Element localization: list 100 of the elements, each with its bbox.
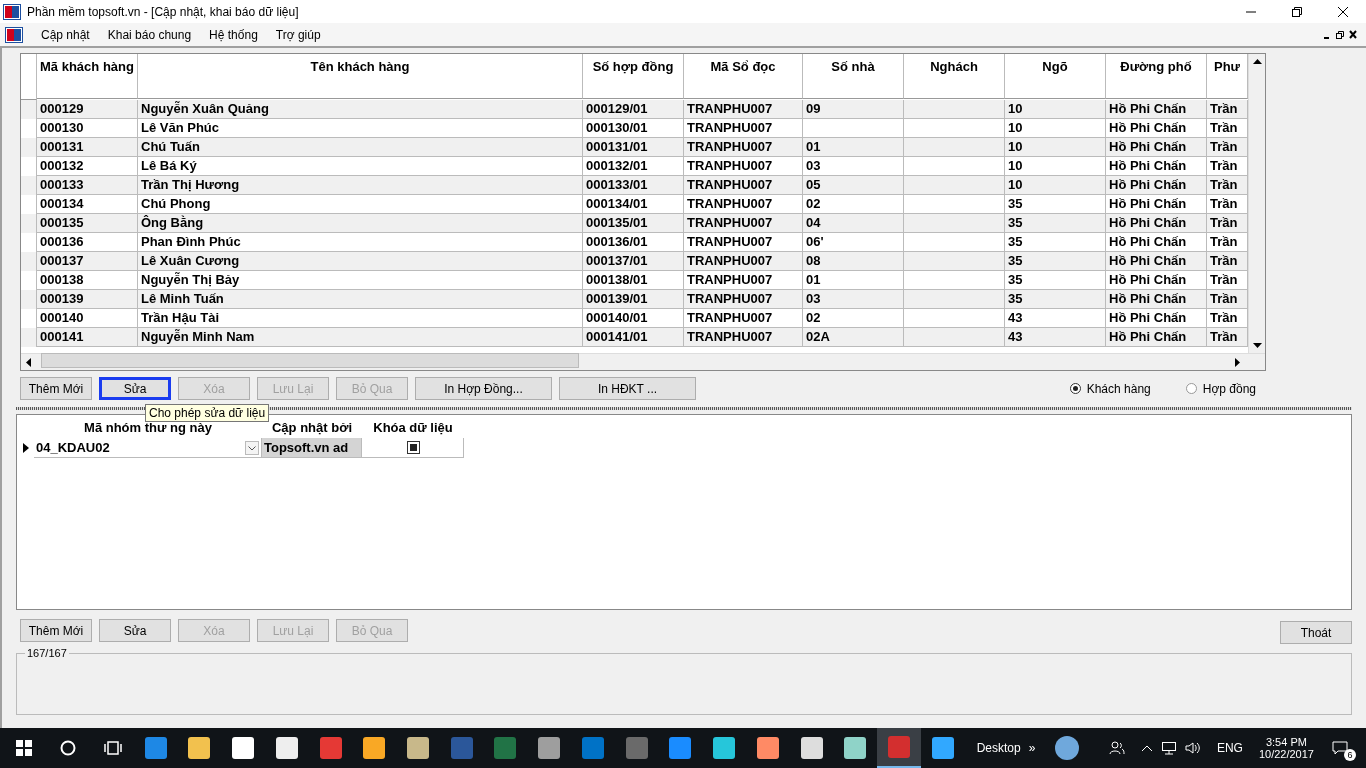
table-cell: 04 <box>803 214 904 233</box>
column-header[interactable]: Số nhà <box>803 54 904 99</box>
menu-item[interactable]: Hệ thống <box>200 27 267 42</box>
checkbox[interactable] <box>407 441 420 454</box>
table-cell: TRANPHU007 <box>684 214 803 233</box>
table-cell: Nguyễn Xuân Quảng <box>138 100 583 119</box>
menu-item[interactable]: Khai báo chung <box>98 27 201 42</box>
restore-icon <box>1291 5 1303 18</box>
tooltip: Cho phép sửa dữ liệu <box>145 404 270 422</box>
column-header[interactable]: Khóa dữ liệu <box>362 418 464 438</box>
table-cell: TRANPHU007 <box>684 290 803 309</box>
column-header[interactable]: Mã khách hàng <box>37 54 138 99</box>
network-icon[interactable] <box>1161 741 1177 755</box>
action-button[interactable]: Sửa <box>99 619 171 642</box>
task-view-icon[interactable] <box>103 740 122 756</box>
table-cell: 000139/01 <box>583 290 684 309</box>
menu-item[interactable]: Trợ giúp <box>266 27 330 42</box>
notification-badge: 6 <box>1343 749 1356 761</box>
radio-label[interactable]: Khách hàng <box>1086 381 1151 396</box>
column-header[interactable]: Tên khách hàng <box>138 54 583 99</box>
record-count: 167/167 <box>25 647 69 659</box>
up-arrow-icon <box>1252 58 1262 64</box>
column-header[interactable]: Số hợp đồng <box>583 54 684 99</box>
search-icon[interactable] <box>59 740 76 756</box>
table-cell: 000133 <box>37 176 138 195</box>
child-window-controls-icon <box>1322 29 1358 40</box>
table-cell: Chú Tuấn <box>138 138 583 157</box>
table-cell: Lê Minh Tuấn <box>138 290 583 309</box>
windows-start-icon[interactable] <box>16 740 32 756</box>
table-cell: 000129 <box>37 100 138 119</box>
table-cell: Hồ Phi Chấn <box>1106 290 1207 309</box>
table-cell: TRANPHU007 <box>684 176 803 195</box>
app-logo-icon <box>6 27 22 42</box>
table-cell: 35 <box>1005 252 1106 271</box>
table-cell: 08 <box>803 252 904 271</box>
table-cell: Hồ Phi Chấn <box>1106 214 1207 233</box>
table-cell: 35 <box>1005 214 1106 233</box>
table-cell: 09 <box>803 100 904 119</box>
table-cell: 02A <box>803 328 904 347</box>
column-header[interactable]: Nghách <box>904 54 1005 99</box>
down-arrow-icon <box>1252 343 1262 349</box>
table-cell: 000135/01 <box>583 214 684 233</box>
table-cell: 43 <box>1005 328 1106 347</box>
table-cell: 000129/01 <box>583 100 684 119</box>
column-header[interactable]: Đường phố <box>1106 54 1207 99</box>
horizontal-scrollbar[interactable] <box>21 353 1265 370</box>
right-arrow-icon <box>1235 357 1241 367</box>
table-cell: Ông Bằng <box>138 214 583 233</box>
table-cell: 01 <box>803 138 904 157</box>
table-cell: Lê Xuân Cương <box>138 252 583 271</box>
caret-up-icon[interactable] <box>1141 744 1154 752</box>
table-cell: 000131/01 <box>583 138 684 157</box>
table-cell: 000135 <box>37 214 138 233</box>
app-logo-icon <box>4 4 20 19</box>
table-cell: TRANPHU007 <box>684 328 803 347</box>
action-button[interactable]: Thêm Mới <box>20 619 92 642</box>
toolbar-chevron[interactable]: » <box>1028 741 1036 755</box>
left-arrow-icon <box>25 357 31 367</box>
table-cell: TRANPHU007 <box>684 138 803 157</box>
menu-item[interactable]: Cập nhật <box>32 27 99 42</box>
table-cell: 10 <box>1005 138 1106 157</box>
table-cell: Hồ Phi Chấn <box>1106 252 1207 271</box>
people-icon[interactable] <box>1109 740 1126 756</box>
radio-button[interactable] <box>1185 383 1197 394</box>
close-icon <box>1337 5 1349 18</box>
table-cell: 000141/01 <box>583 328 684 347</box>
table-cell: TRANPHU007 <box>684 252 803 271</box>
clock[interactable]: 3:54 PM 10/22/2017 <box>1258 736 1314 760</box>
radio-label[interactable]: Hợp đồng <box>1202 381 1256 396</box>
table-cell: 000131 <box>37 138 138 157</box>
table-cell: TRANPHU007 <box>684 100 803 119</box>
toolbar-button[interactable]: In HĐKT ... <box>559 377 696 400</box>
window-title: Phần mềm topsoft.vn - [Cập nhật, khai báo dữ liệu] <box>27 4 299 19</box>
radio-button[interactable] <box>1069 383 1081 394</box>
table-cell: Topsoft.vn ad <box>262 438 362 458</box>
table-cell: 05 <box>803 176 904 195</box>
table-cell: 000137/01 <box>583 252 684 271</box>
vertical-scrollbar[interactable] <box>1248 54 1265 353</box>
toolbar-button[interactable]: In Hợp Đồng... <box>415 377 552 400</box>
table-cell: 10 <box>1005 176 1106 195</box>
exit-button[interactable]: Thoát <box>1280 621 1352 644</box>
table-cell: 10 <box>1005 100 1106 119</box>
table-cell: 000133/01 <box>583 176 684 195</box>
table-cell: Hồ Phi Chấn <box>1106 328 1207 347</box>
input-language[interactable]: ENG <box>1216 741 1243 755</box>
toolbar-button[interactable]: Thêm Mới <box>20 377 92 400</box>
table-cell: 000137 <box>37 252 138 271</box>
desktop-toolbar-label[interactable]: Desktop <box>976 741 1021 755</box>
table-cell: 000139 <box>37 290 138 309</box>
table-cell: 03 <box>803 290 904 309</box>
action-center-icon[interactable] <box>1331 741 1348 755</box>
speaker-icon[interactable] <box>1184 741 1201 755</box>
table-cell: 000141 <box>37 328 138 347</box>
table-cell: Hồ Phi Chấn <box>1106 138 1207 157</box>
column-header[interactable]: Mã Sổ đọc <box>684 54 803 99</box>
column-header[interactable]: Ngõ <box>1005 54 1106 99</box>
table-cell: Nguyễn Minh Nam <box>138 328 583 347</box>
dropdown-field[interactable]: 04_KDAU02 <box>34 438 262 458</box>
table-cell: Trần Thị Hương <box>138 176 583 195</box>
toolbar-button[interactable]: Sửa <box>99 377 171 400</box>
